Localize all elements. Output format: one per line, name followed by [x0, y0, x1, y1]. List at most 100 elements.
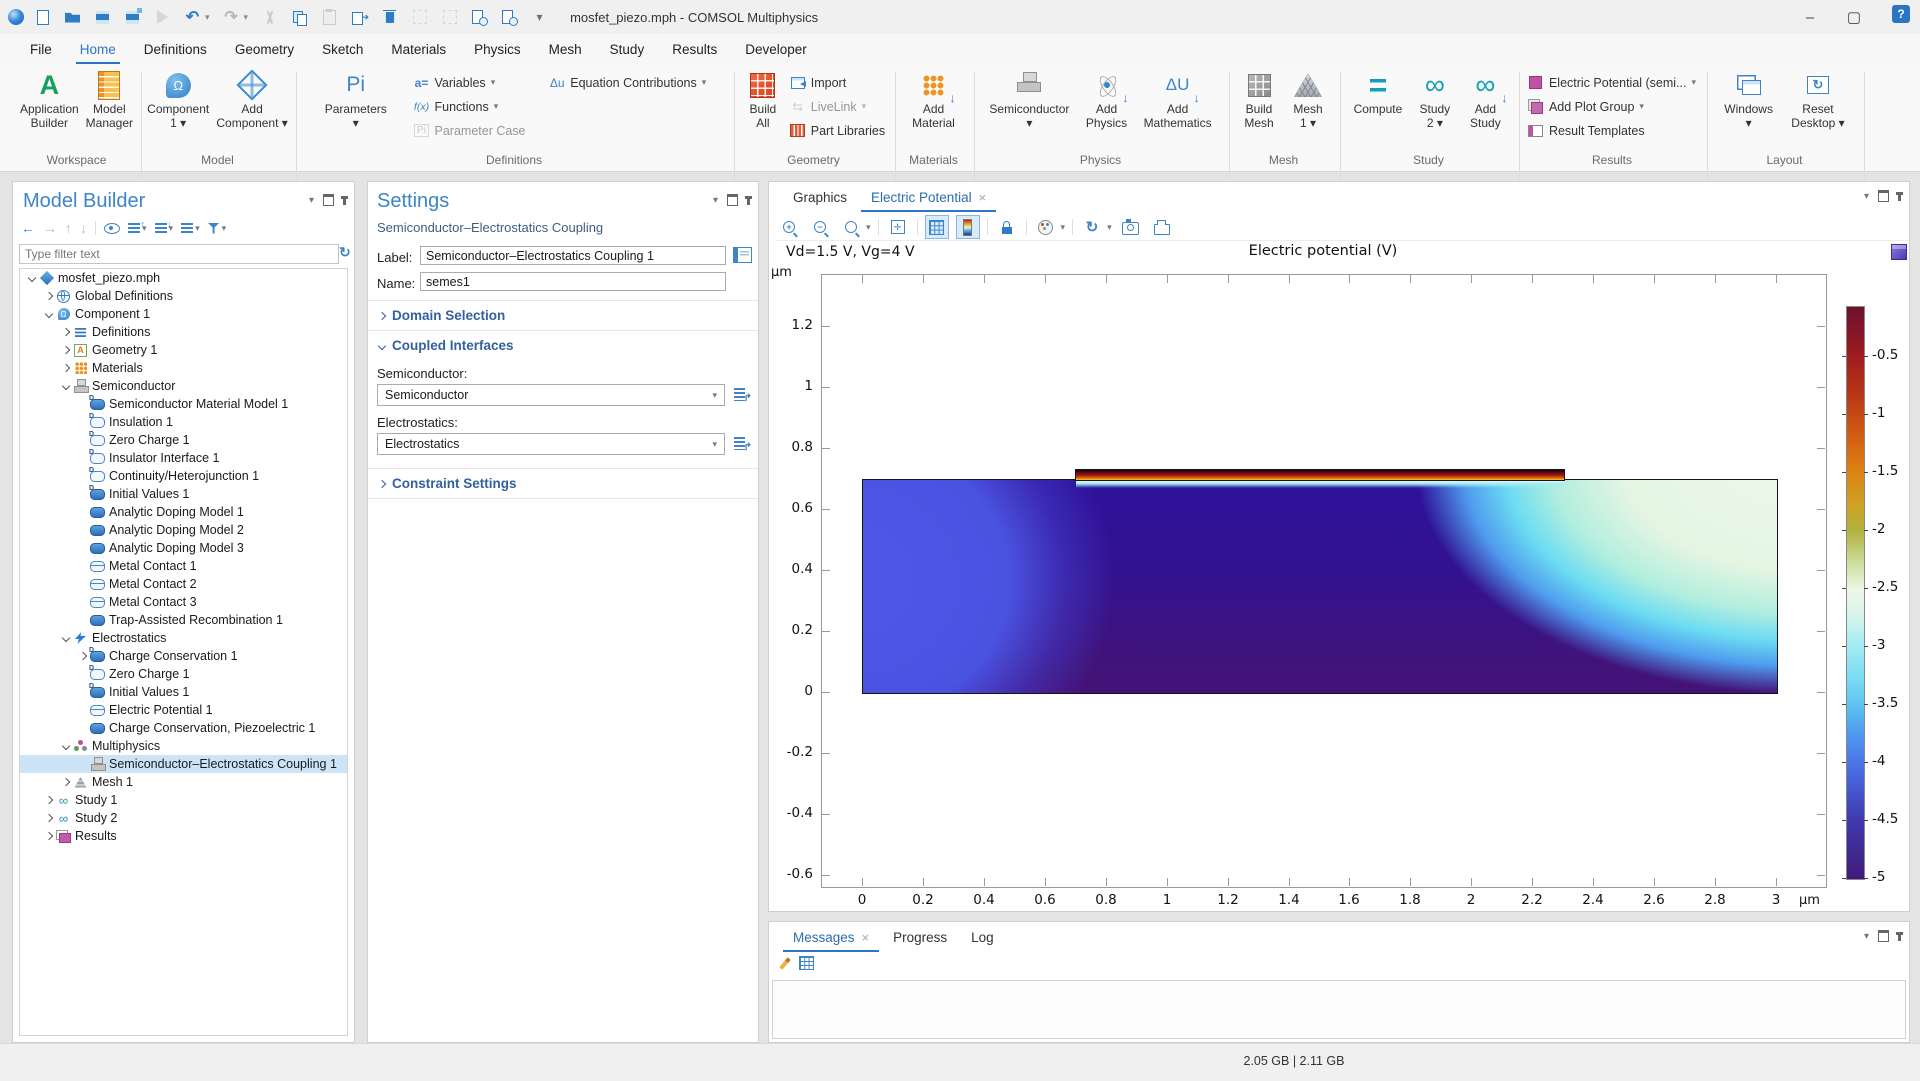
menu-tab-home[interactable]: Home — [66, 34, 130, 64]
clear-messages-icon[interactable] — [779, 957, 790, 970]
tree-item-component-1[interactable]: ΩComponent 1 — [20, 305, 347, 323]
tree-item-mosfet-piezo-mph[interactable]: mosfet_piezo.mph — [20, 269, 347, 287]
tree-item-analytic-doping-model-3[interactable]: Analytic Doping Model 3 — [20, 539, 347, 557]
tree-item-initial-values-1[interactable]: Initial Values 1 — [20, 683, 347, 701]
chevron-closed-icon[interactable] — [43, 293, 55, 299]
camera-button[interactable] — [1119, 215, 1143, 239]
tree-item-zero-charge-1[interactable]: Zero Charge 1 — [20, 665, 347, 683]
tree-item-global-definitions[interactable]: Global Definitions — [20, 287, 347, 305]
tree-item-multiphysics[interactable]: Multiphysics — [20, 737, 347, 755]
pin-panel-icon[interactable] — [1898, 192, 1901, 201]
functions-button[interactable]: Functions▾ — [414, 96, 526, 117]
plot-thumbnail-icon[interactable] — [1891, 244, 1907, 260]
collapse-up-icon[interactable]: ▾ — [128, 223, 147, 234]
colorbar-toggle-button[interactable] — [956, 215, 980, 239]
graphics-tab-electric-potential[interactable]: Electric Potential× — [859, 182, 998, 212]
chevron-closed-icon[interactable] — [43, 815, 55, 821]
menu-tab-results[interactable]: Results — [658, 34, 731, 64]
menu-tab-study[interactable]: Study — [596, 34, 659, 64]
part-libraries-button[interactable]: Part Libraries — [790, 120, 885, 141]
menu-tab-geometry[interactable]: Geometry — [221, 34, 308, 64]
maximize-button[interactable]: ▢ — [1832, 0, 1876, 34]
chevron-closed-icon[interactable] — [60, 329, 72, 335]
close-tab-icon[interactable]: × — [862, 930, 870, 945]
nav-up-icon[interactable]: ↑ — [65, 220, 72, 236]
tree-item-semiconductor[interactable]: Semiconductor — [20, 377, 347, 395]
float-panel-icon[interactable] — [1878, 930, 1889, 942]
palette-button[interactable] — [1034, 215, 1058, 239]
minimize-button[interactable]: – — [1788, 0, 1832, 34]
nav-down-icon[interactable]: ↓ — [80, 220, 87, 236]
zoom-extents-button[interactable]: ✛ — [886, 215, 910, 239]
save-as-icon[interactable] — [124, 9, 141, 26]
new-file-icon[interactable] — [34, 9, 51, 26]
box-lasso-icon[interactable] — [441, 9, 458, 26]
electric-potential-semi-button[interactable]: Electric Potential (semi...▾ — [1528, 72, 1696, 93]
build-mesh-button[interactable]: BuildMesh — [1238, 67, 1280, 131]
undo-icon[interactable] — [184, 9, 201, 26]
show-icon[interactable] — [104, 223, 120, 234]
chevron-closed-icon[interactable] — [60, 365, 72, 371]
float-panel-icon[interactable] — [1878, 190, 1889, 202]
chevron-closed-icon[interactable] — [60, 347, 72, 353]
menu-tab-developer[interactable]: Developer — [731, 34, 821, 64]
semiconductor-domain-surface[interactable] — [862, 479, 1778, 694]
tree-item-electrostatics[interactable]: Electrostatics — [20, 629, 347, 647]
label-options-icon[interactable] — [733, 247, 752, 263]
lock-button[interactable] — [995, 215, 1019, 239]
close-tab-icon[interactable]: × — [979, 190, 987, 205]
semiconductor-button[interactable]: Semiconductor▾ — [986, 67, 1072, 131]
nav-right-icon[interactable]: → — [43, 220, 57, 236]
menu-tab-physics[interactable]: Physics — [460, 34, 535, 64]
label-input[interactable] — [420, 246, 726, 265]
group-by-icon[interactable]: ▾ — [181, 223, 200, 234]
panel-menu-icon[interactable]: ▾ — [713, 195, 718, 206]
component-1-button[interactable]: Component1 ▾ — [144, 67, 212, 131]
copy-icon[interactable] — [291, 9, 308, 26]
tree-item-zero-charge-1[interactable]: Zero Charge 1 — [20, 431, 347, 449]
tree-item-analytic-doping-model-2[interactable]: Analytic Doping Model 2 — [20, 521, 347, 539]
menu-tab-definitions[interactable]: Definitions — [130, 34, 221, 64]
tree-item-study-1[interactable]: Study 1 — [20, 791, 347, 809]
zoom-in-button[interactable]: + — [777, 215, 801, 239]
nav-left-icon[interactable]: ← — [21, 220, 35, 236]
chevron-open-icon[interactable] — [43, 311, 55, 317]
help-button[interactable]: ? — [1892, 5, 1910, 23]
menu-tab-materials[interactable]: Materials — [377, 34, 460, 64]
tree-item-charge-conservation-piezoelectric-1[interactable]: Charge Conservation, Piezoelectric 1 — [20, 719, 347, 737]
application-builder-button[interactable]: ApplicationBuilder — [17, 67, 82, 131]
menu-tab-file[interactable]: File — [16, 34, 66, 64]
chevron-open-icon[interactable] — [60, 635, 72, 641]
parameters-button[interactable]: Parameters▾ — [322, 67, 390, 131]
pin-panel-icon[interactable] — [747, 196, 750, 205]
grid-button[interactable] — [925, 215, 949, 239]
section-domain-selection[interactable]: Domain Selection — [379, 308, 505, 323]
parameter-case-button[interactable]: Parameter Case — [414, 120, 526, 141]
messages-tab-progress[interactable]: Progress — [881, 922, 959, 952]
cut-icon[interactable] — [261, 9, 278, 26]
messages-tab-log[interactable]: Log — [959, 922, 1006, 952]
chevron-closed-icon[interactable] — [60, 779, 72, 785]
chevron-closed-icon[interactable] — [43, 833, 55, 839]
add-material-button[interactable]: ↓AddMaterial — [909, 67, 958, 131]
add-study-button[interactable]: ↓AddStudy — [1464, 67, 1506, 131]
pin-panel-icon[interactable] — [1898, 932, 1901, 941]
tree-item-insulation-1[interactable]: Insulation 1 — [20, 413, 347, 431]
filter-icon[interactable]: ▾ — [208, 223, 227, 234]
panel-menu-icon[interactable]: ▾ — [309, 195, 314, 206]
tree-item-continuity-heterojunction-1[interactable]: Continuity/Heterojunction 1 — [20, 467, 347, 485]
tree-item-semiconductor-material-model-1[interactable]: Semiconductor Material Model 1 — [20, 395, 347, 413]
name-input[interactable] — [420, 272, 726, 291]
electrostatics-select[interactable]: Electrostatics▾ — [377, 433, 725, 455]
duplicate-icon[interactable] — [351, 9, 368, 26]
tree-item-initial-values-1[interactable]: Initial Values 1 — [20, 485, 347, 503]
graphics-tab-graphics[interactable]: Graphics — [781, 182, 859, 212]
tree-item-charge-conservation-1[interactable]: Charge Conservation 1 — [20, 647, 347, 665]
tree-item-mesh-1[interactable]: Mesh 1 — [20, 773, 347, 791]
print-button[interactable] — [1150, 215, 1174, 239]
gate-domain-surface[interactable] — [1075, 469, 1565, 481]
find-icon[interactable] — [471, 9, 488, 26]
section-coupled-interfaces[interactable]: Coupled Interfaces — [379, 338, 514, 353]
tree-item-definitions[interactable]: Definitions — [20, 323, 347, 341]
section-constraint-settings[interactable]: Constraint Settings — [379, 476, 517, 491]
